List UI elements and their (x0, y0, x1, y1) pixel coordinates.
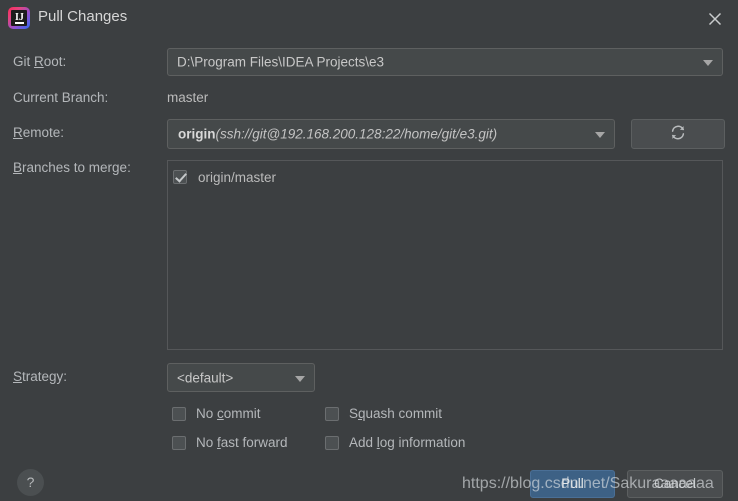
strategy-combobox[interactable]: <default> (167, 363, 315, 392)
git-root-value: D:\Program Files\IDEA Projects\e3 (177, 54, 385, 70)
chevron-down-icon (595, 132, 605, 138)
refresh-remotes-button[interactable] (631, 119, 725, 149)
app-icon-underline (15, 22, 24, 24)
remote-label: Remote: (13, 125, 65, 140)
window-title: Pull Changes (38, 8, 128, 25)
chevron-down-icon (703, 60, 713, 66)
no-fast-forward-label: No fast forward (196, 435, 288, 450)
chevron-down-icon (295, 375, 305, 382)
no-commit-checkbox-box[interactable] (172, 406, 186, 421)
checkbox-squash-commit[interactable]: Squash commit (325, 406, 442, 421)
checkbox-no-fast-forward[interactable]: No fast forward (172, 435, 288, 450)
branch-label: origin/master (198, 169, 277, 185)
remote-url: (ssh://git@192.168.200.128:22/home/git/e… (215, 126, 498, 142)
pull-button[interactable]: Pull (530, 470, 615, 498)
app-icon-inner: IJ (11, 10, 27, 26)
intellij-idea-icon: IJ (8, 7, 30, 29)
refresh-icon (669, 124, 687, 145)
help-button[interactable]: ? (17, 469, 44, 496)
remote-name: origin (178, 126, 216, 142)
current-branch-label: Current Branch: (13, 90, 109, 105)
current-branch-value: master (167, 90, 209, 105)
checkbox-add-log-information[interactable]: Add log information (325, 435, 465, 450)
squash-commit-label: Squash commit (349, 406, 443, 421)
cancel-button[interactable]: Cancel (627, 470, 723, 498)
list-item[interactable]: origin/master (173, 166, 276, 188)
question-mark-icon: ? (26, 474, 35, 490)
strategy-label: Strategy: (13, 369, 68, 384)
no-commit-label: No commit (196, 406, 261, 421)
add-log-information-label: Add log information (349, 435, 466, 450)
checkbox-no-commit[interactable]: No commit (172, 406, 261, 421)
add-log-information-checkbox-box[interactable] (325, 435, 339, 450)
git-root-label: Git Root: (13, 54, 67, 69)
branch-checkbox[interactable] (173, 170, 187, 184)
remote-value: origin(ssh://git@192.168.200.128:22/home… (178, 127, 497, 142)
strategy-value: <default> (177, 370, 234, 385)
branches-to-merge-list[interactable]: origin/master (167, 160, 723, 350)
git-root-combobox[interactable]: D:\Program Files\IDEA Projects\e3 (167, 48, 723, 76)
branches-to-merge-label: Branches to merge: (13, 160, 131, 175)
title-bar: IJ Pull Changes (0, 0, 738, 36)
close-icon[interactable] (702, 6, 728, 32)
no-fast-forward-checkbox-box[interactable] (172, 435, 186, 450)
squash-commit-checkbox-box[interactable] (325, 406, 339, 421)
remote-combobox[interactable]: origin(ssh://git@192.168.200.128:22/home… (167, 119, 615, 149)
